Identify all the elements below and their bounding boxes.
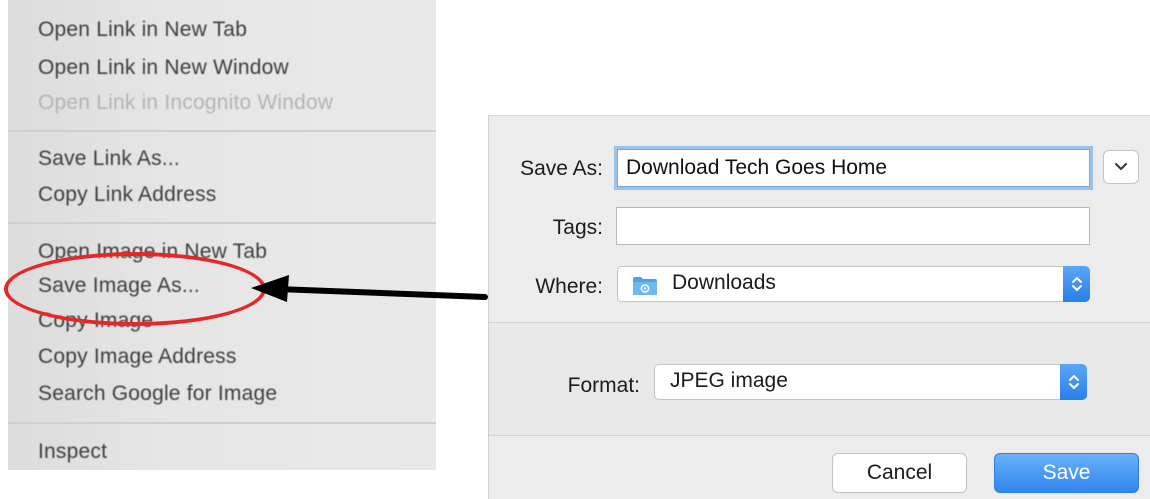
context-menu: Open Link in New Tab Open Link in New Wi…	[8, 0, 436, 470]
menu-item-save-link-as[interactable]: Save Link As...	[38, 147, 180, 171]
menu-item-copy-image-address[interactable]: Copy Image Address	[38, 345, 237, 369]
save-as-value: Download Tech Goes Home	[626, 156, 888, 179]
updown-chevron-icon	[1068, 375, 1079, 389]
menu-item-open-link-new-tab[interactable]: Open Link in New Tab	[38, 18, 247, 42]
format-popup[interactable]: JPEG image	[654, 364, 1087, 400]
folder-icon	[633, 277, 657, 295]
menu-item-search-google-for-image[interactable]: Search Google for Image	[38, 382, 277, 406]
save-button[interactable]: Save	[994, 453, 1139, 493]
format-label: Format:	[567, 374, 640, 397]
save-as-field[interactable]: Download Tech Goes Home	[617, 149, 1090, 187]
where-value: Downloads	[672, 271, 776, 294]
save-as-label: Save As:	[520, 157, 603, 180]
dialog-divider	[489, 435, 1150, 436]
where-popup[interactable]: Downloads	[617, 266, 1090, 302]
menu-item-open-link-new-window[interactable]: Open Link in New Window	[38, 56, 289, 80]
menu-separator	[8, 130, 436, 132]
menu-item-copy-link-address[interactable]: Copy Link Address	[38, 183, 217, 207]
menu-separator	[8, 222, 436, 224]
tags-field[interactable]	[616, 207, 1090, 245]
tags-label: Tags:	[552, 216, 603, 239]
menu-item-open-link-incognito: Open Link in Incognito Window	[38, 91, 334, 114]
menu-item-inspect[interactable]: Inspect	[38, 440, 107, 464]
expand-dialog-button[interactable]	[1103, 150, 1139, 184]
save-dialog: Save As: Download Tech Goes Home Tags: W…	[488, 115, 1150, 499]
format-value: JPEG image	[670, 369, 788, 392]
chevron-down-icon	[1115, 163, 1127, 170]
arrow-icon	[251, 275, 488, 302]
cancel-button[interactable]: Cancel	[832, 453, 967, 493]
where-label: Where:	[535, 275, 603, 298]
highlight-oval	[4, 252, 266, 326]
menu-separator	[8, 422, 436, 424]
format-stepper	[1060, 364, 1087, 400]
updown-chevron-icon	[1071, 277, 1082, 291]
where-stepper	[1063, 266, 1090, 302]
